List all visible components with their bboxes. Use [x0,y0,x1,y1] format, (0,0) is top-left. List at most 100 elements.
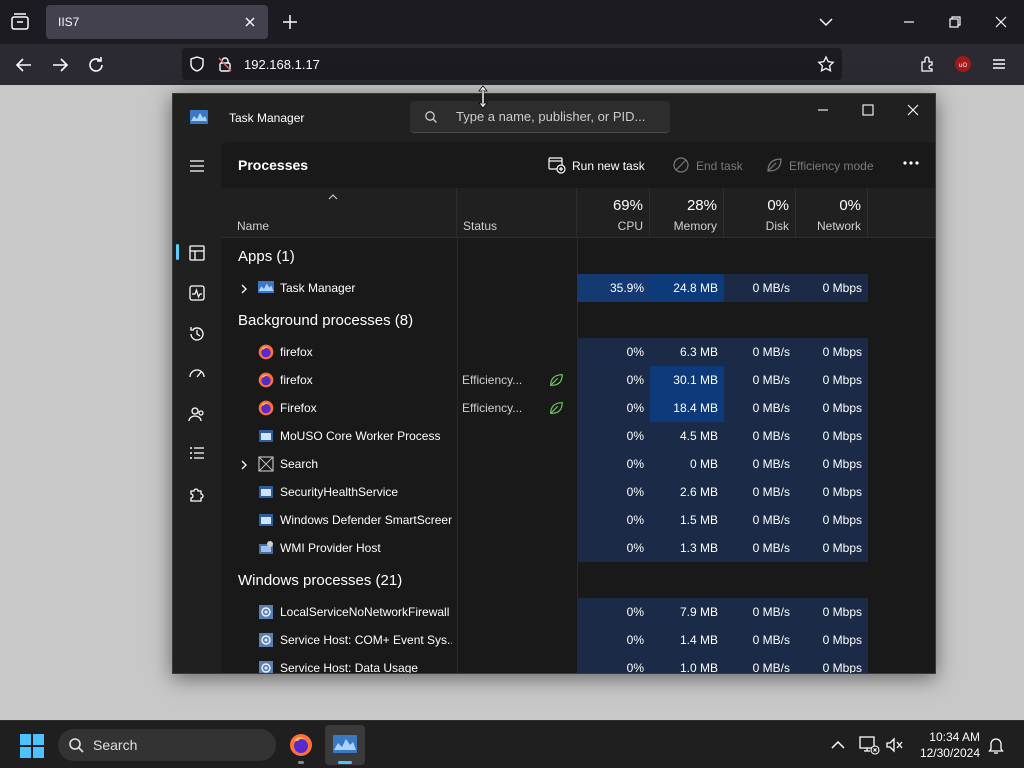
clock-date[interactable]: 12/30/2024 [910,746,980,760]
run-new-task-icon [548,157,566,174]
back-button[interactable] [13,54,35,76]
expand-chevron-icon[interactable] [238,458,250,470]
nav-menu-button[interactable] [187,156,207,176]
browser-restore-button[interactable] [945,12,965,32]
lock-icon[interactable] [216,55,234,73]
process-row[interactable]: firefox Efficiency... 0% 30.1 MB 0 MB/s 0 Mbp… [221,366,868,394]
taskbar-firefox[interactable] [281,725,321,765]
column-header-disk[interactable]: 0% Disk [724,188,796,238]
nav-performance[interactable] [187,283,207,303]
performance-icon [189,285,205,301]
shield-icon[interactable] [188,55,206,73]
column-header-name[interactable]: Name [221,188,457,238]
service-host-icon [258,660,274,673]
browser-minimize-button[interactable] [899,12,919,32]
notifications-bell-icon[interactable] [986,735,1006,755]
process-row[interactable]: Service Host: COM+ Event Sys... 0% 1.4 MB 0… [221,626,868,654]
more-horizontal-icon [903,161,919,165]
window-app-icon [258,428,274,444]
cpu-value: 0% [626,401,644,415]
restore-icon [949,16,961,28]
list-all-tabs-button[interactable] [816,12,836,32]
nav-app-history[interactable] [187,324,207,344]
tab-close-button[interactable] [242,14,258,30]
tm-minimize-button[interactable] [815,102,831,118]
process-status: Efficiency... [462,401,523,415]
process-row[interactable]: Search 0% 0 MB 0 MB/s 0 Mbps [221,450,868,478]
memory-total: 28% [686,197,717,214]
process-name: firefox [280,373,313,387]
extensions-icon[interactable] [919,55,937,73]
process-row[interactable]: Windows Defender SmartScreen 0% 1.5 MB 0 MB… [221,506,868,534]
cpu-cell: 0% [577,506,650,534]
address-bar[interactable]: 192.168.1.17 [182,48,842,80]
column-header-cpu[interactable]: 69% CPU [577,188,650,238]
bookmark-star-icon[interactable] [817,55,835,73]
tab-list-button[interactable] [8,10,32,34]
cpu-value: 0% [626,373,644,387]
start-button[interactable] [12,725,52,765]
taskbar-task-manager[interactable] [325,725,365,765]
cpu-cell: 0% [577,478,650,506]
network-status-icon[interactable] [858,735,880,755]
cpu-cell: 0% [577,450,650,478]
service-host-icon [258,604,274,620]
process-row[interactable]: Task Manager 35.9% 24.8 MB 0 MB/s 0 Mbps [221,274,868,302]
search-placeholder: Type a name, publisher, or PID... [456,109,646,124]
task-manager-title-bar[interactable]: Task Manager Type a name, publisher, or … [173,94,935,142]
process-row[interactable]: Service Host: Data Usage 0% 1.0 MB 0 MB/s 0 … [221,654,868,673]
expand-chevron-icon[interactable] [238,282,250,294]
group-header[interactable]: Background processes (8) [238,312,413,329]
url-text: 192.168.1.17 [244,57,320,72]
task-manager-window: Task Manager Type a name, publisher, or … [172,93,936,674]
browser-tab-active[interactable]: IIS7 [46,5,268,39]
column-header-memory[interactable]: 28% Memory [650,188,724,238]
process-row[interactable]: MoUSO Core Worker Process 0% 4.5 MB 0 MB/s 0… [221,422,868,450]
process-row[interactable]: firefox 0% 6.3 MB 0 MB/s 0 Mbps [221,338,868,366]
reload-button[interactable] [85,54,107,76]
group-header[interactable]: Apps (1) [238,248,295,265]
forward-button[interactable] [49,54,71,76]
group-header[interactable]: Windows processes (21) [238,572,402,589]
process-row[interactable]: LocalServiceNoNetworkFirewall 0% 7.9 MB 0 M… [221,598,868,626]
task-manager-icon [258,280,274,296]
process-row[interactable]: WMI Provider Host 0% 1.3 MB 0 MB/s 0 Mbps [221,534,868,562]
hamburger-menu-icon[interactable] [990,55,1008,73]
disk-cell: 0 MB/s [724,274,796,302]
cpu-cell: 0% [577,394,650,422]
window-app-icon [258,512,274,528]
firefox-icon [258,344,274,360]
tm-maximize-button[interactable] [860,102,876,118]
search-icon [425,111,437,123]
nav-users[interactable] [187,404,207,424]
nav-services[interactable] [187,484,207,504]
process-name: SecurityHealthService [280,485,399,499]
process-row[interactable]: SecurityHealthService 0% 2.6 MB 0 MB/s 0 Mbp… [221,478,868,506]
network-cell: 0 Mbps [796,422,868,450]
clock-time[interactable]: 10:34 AM [916,730,980,744]
nav-processes[interactable] [187,243,207,263]
process-search-input[interactable]: Type a name, publisher, or PID... [410,101,670,133]
browser-close-button[interactable] [991,12,1011,32]
memory-cell: 6.3 MB [650,338,724,366]
network-cell: 0 Mbps [796,626,868,654]
nav-details[interactable] [187,443,207,463]
column-header-network[interactable]: 0% Network [796,188,868,238]
process-name: Search [280,457,319,471]
browser-nav-bar: 192.168.1.17 uO [0,44,1024,85]
end-task-label: End task [696,159,743,173]
taskbar-search-box[interactable]: Search [58,729,276,761]
search-process-icon [258,456,274,472]
tm-close-button[interactable] [905,102,921,118]
network-value: 0 Mbps [822,429,862,443]
nav-startup-apps[interactable] [187,364,207,384]
ublock-icon[interactable]: uO [954,55,972,73]
column-header-status[interactable]: Status [457,188,577,238]
show-hidden-icons-button[interactable] [826,733,850,757]
volume-muted-icon[interactable] [884,735,906,755]
new-tab-button[interactable] [280,12,300,32]
process-row[interactable]: Firefox Efficiency... 0% 18.4 MB 0 MB/s 0 Mbp… [221,394,868,422]
plus-icon [283,15,297,29]
disk-cell: 0 MB/s [724,394,796,422]
memory-cell: 1.5 MB [650,506,724,534]
